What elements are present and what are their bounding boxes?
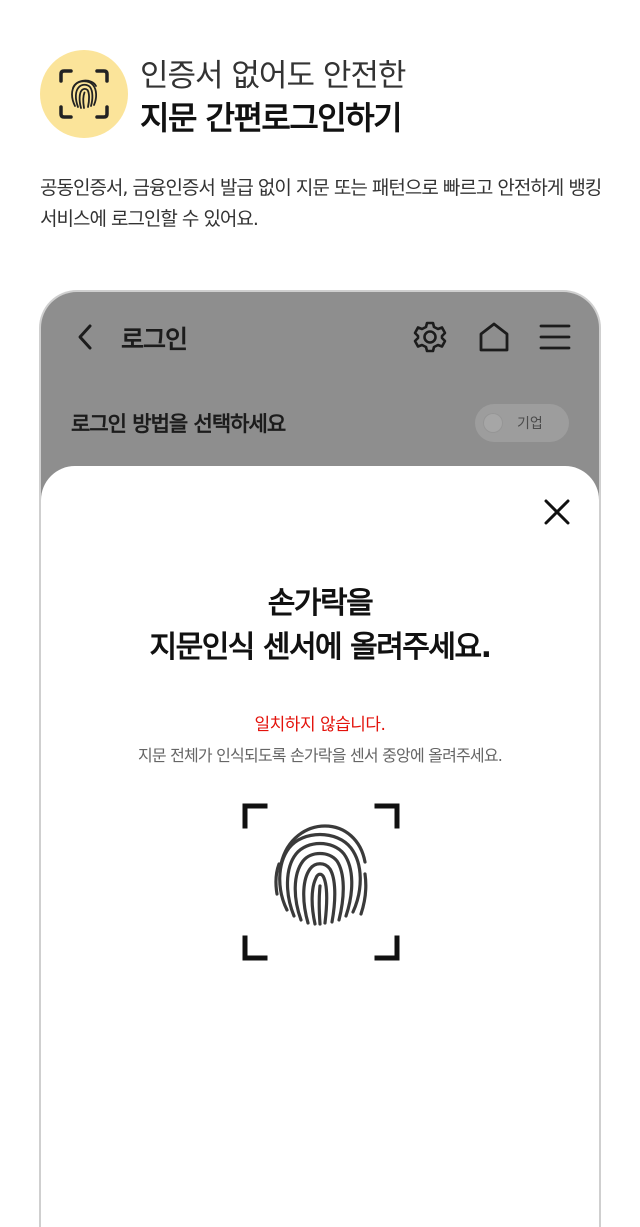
toggle-knob [483, 413, 503, 433]
hero-title-line2: 지문 간편로그인하기 [140, 99, 403, 137]
sheet-title: 손가락을 지문인식 센서에 올려주세요. [41, 582, 599, 670]
close-icon [544, 499, 570, 525]
phone-mockup: 로그인 로그인 방법을 선택하세요 기업 손가락을 지문인식 센서에 올려주세요… [39, 290, 601, 1227]
menu-button[interactable] [539, 322, 571, 352]
page-title: 로그인 [121, 325, 188, 354]
fingerprint-icon [242, 803, 400, 961]
intro-text: 공동인증서, 금융인증서 발급 없이 지문 또는 패턴으로 빠르고 안전하게 뱅… [40, 177, 602, 230]
home-button[interactable] [477, 320, 511, 354]
chevron-left-icon [78, 324, 92, 350]
business-toggle[interactable]: 기업 [475, 404, 569, 442]
guide-message: 지문 전체가 인식되도록 손가락을 센서 중앙에 올려주세요. [137, 746, 503, 765]
gear-icon [413, 321, 447, 353]
menu-icon [539, 324, 571, 350]
fingerprint-badge [40, 50, 128, 138]
back-button[interactable] [71, 322, 101, 352]
sheet-title-line2: 지문인식 센서에 올려주세요. [149, 630, 493, 665]
sheet-title-line1: 손가락을 [267, 586, 374, 621]
fingerprint-icon [59, 69, 109, 119]
settings-button[interactable] [413, 320, 447, 354]
home-icon [479, 322, 509, 352]
close-button[interactable] [541, 496, 573, 528]
fingerprint-sheet: 손가락을 지문인식 센서에 올려주세요. 일치하지 않습니다. 지문 전체가 인… [41, 466, 599, 1227]
login-method-title: 로그인 방법을 선택하세요 [71, 412, 286, 436]
hero-title-line1: 인증서 없어도 안전한 [140, 58, 406, 94]
fingerprint-scan-area [241, 802, 401, 962]
error-message: 일치하지 않습니다. [254, 715, 386, 735]
business-toggle-label: 기업 [517, 416, 543, 432]
